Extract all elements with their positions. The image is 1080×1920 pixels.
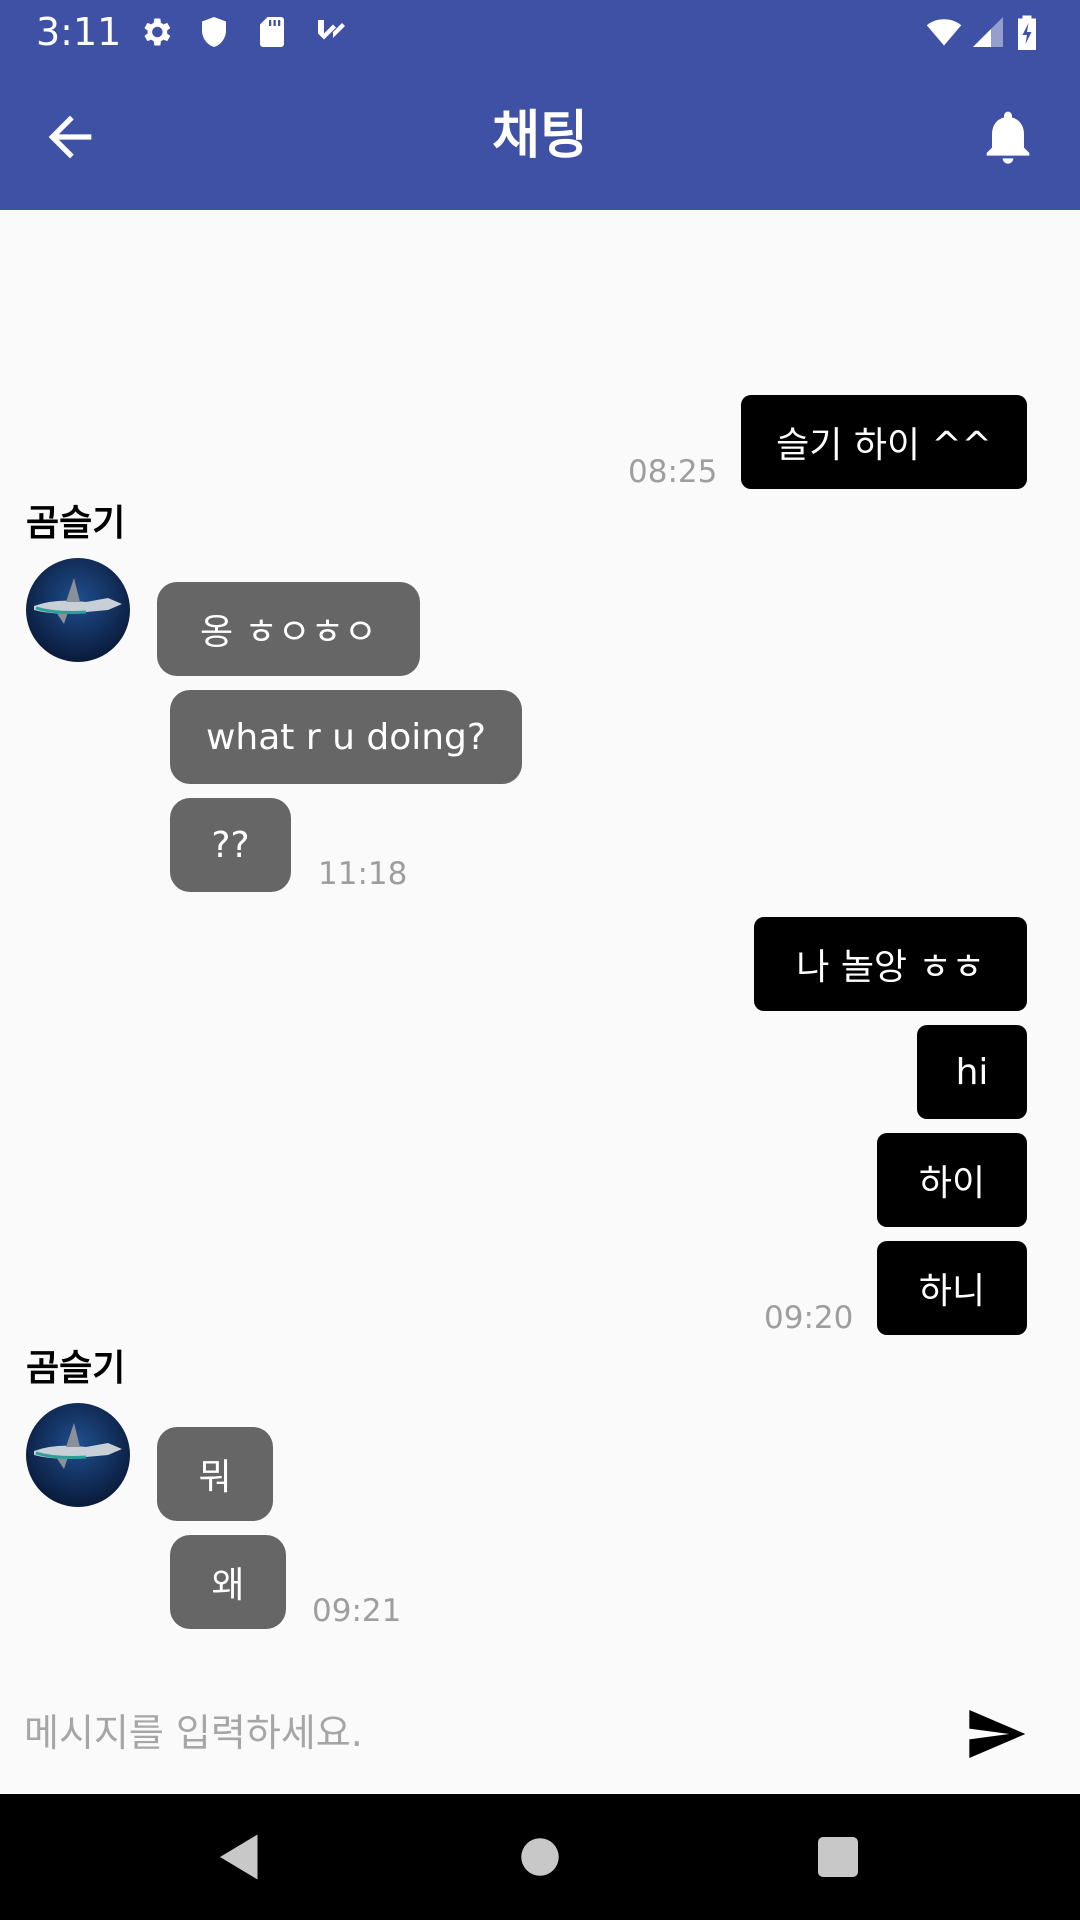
their-message-bubble[interactable]: 왜 (170, 1535, 286, 1629)
system-nav-bar (0, 1794, 1080, 1920)
bell-icon (986, 111, 1030, 164)
send-button[interactable] (964, 1702, 1028, 1766)
chat-screen: 3:11 채팅 슬기 하이 ^^ 08:25 곰슬기 옹 ㅎㅇㅎㅇ what r… (0, 0, 1080, 1920)
sender-name: 곰슬기 (26, 1348, 126, 1389)
message-list[interactable]: 슬기 하이 ^^ 08:25 곰슬기 옹 ㅎㅇㅎㅇ what r u doing… (0, 210, 1080, 1672)
message-time: 09:20 (764, 1300, 854, 1336)
battery-charging-icon (1014, 14, 1040, 50)
my-message-bubble[interactable]: hi (917, 1025, 1027, 1119)
my-message-bubble[interactable]: 하니 (877, 1241, 1027, 1335)
wifi-icon (922, 14, 966, 50)
status-bar: 3:11 (0, 0, 1080, 64)
shark-avatar-icon (26, 558, 130, 662)
message-time: 08:25 (628, 454, 718, 490)
their-message-bubble[interactable]: ?? (170, 798, 291, 892)
page-title: 채팅 (492, 106, 588, 166)
task-check-icon (312, 14, 348, 50)
avatar[interactable] (26, 558, 130, 662)
shield-icon (196, 14, 232, 50)
notification-button[interactable] (976, 105, 1040, 169)
their-message-bubble[interactable]: 뭐 (157, 1427, 273, 1521)
status-time: 3:11 (36, 10, 122, 54)
their-message-bubble[interactable]: 옹 ㅎㅇㅎㅇ (157, 582, 420, 676)
avatar[interactable] (26, 1403, 130, 1507)
settings-icon (138, 14, 174, 50)
my-message-bubble[interactable]: 하이 (877, 1133, 1027, 1227)
sd-card-icon (254, 14, 290, 50)
nav-back-button[interactable] (210, 1827, 270, 1887)
nav-home-button[interactable] (510, 1827, 570, 1887)
recents-square-icon (818, 1837, 858, 1877)
message-composer (0, 1672, 1080, 1792)
back-triangle-icon (220, 1834, 258, 1880)
their-message-bubble[interactable]: what r u doing? (170, 690, 522, 784)
message-time: 09:21 (312, 1593, 402, 1629)
message-input[interactable] (22, 1692, 926, 1774)
shark-avatar-icon (26, 1403, 130, 1507)
my-message-bubble[interactable]: 나 놀앙 ㅎㅎ (754, 917, 1027, 1011)
message-time: 11:18 (318, 856, 408, 892)
app-bar: 채팅 (0, 64, 1080, 210)
sender-name: 곰슬기 (26, 503, 126, 544)
nav-recents-button[interactable] (808, 1827, 868, 1887)
send-icon (969, 1710, 1026, 1758)
my-message-bubble[interactable]: 슬기 하이 ^^ (741, 395, 1027, 489)
home-circle-icon (521, 1838, 559, 1876)
signal-icon (970, 14, 1006, 50)
